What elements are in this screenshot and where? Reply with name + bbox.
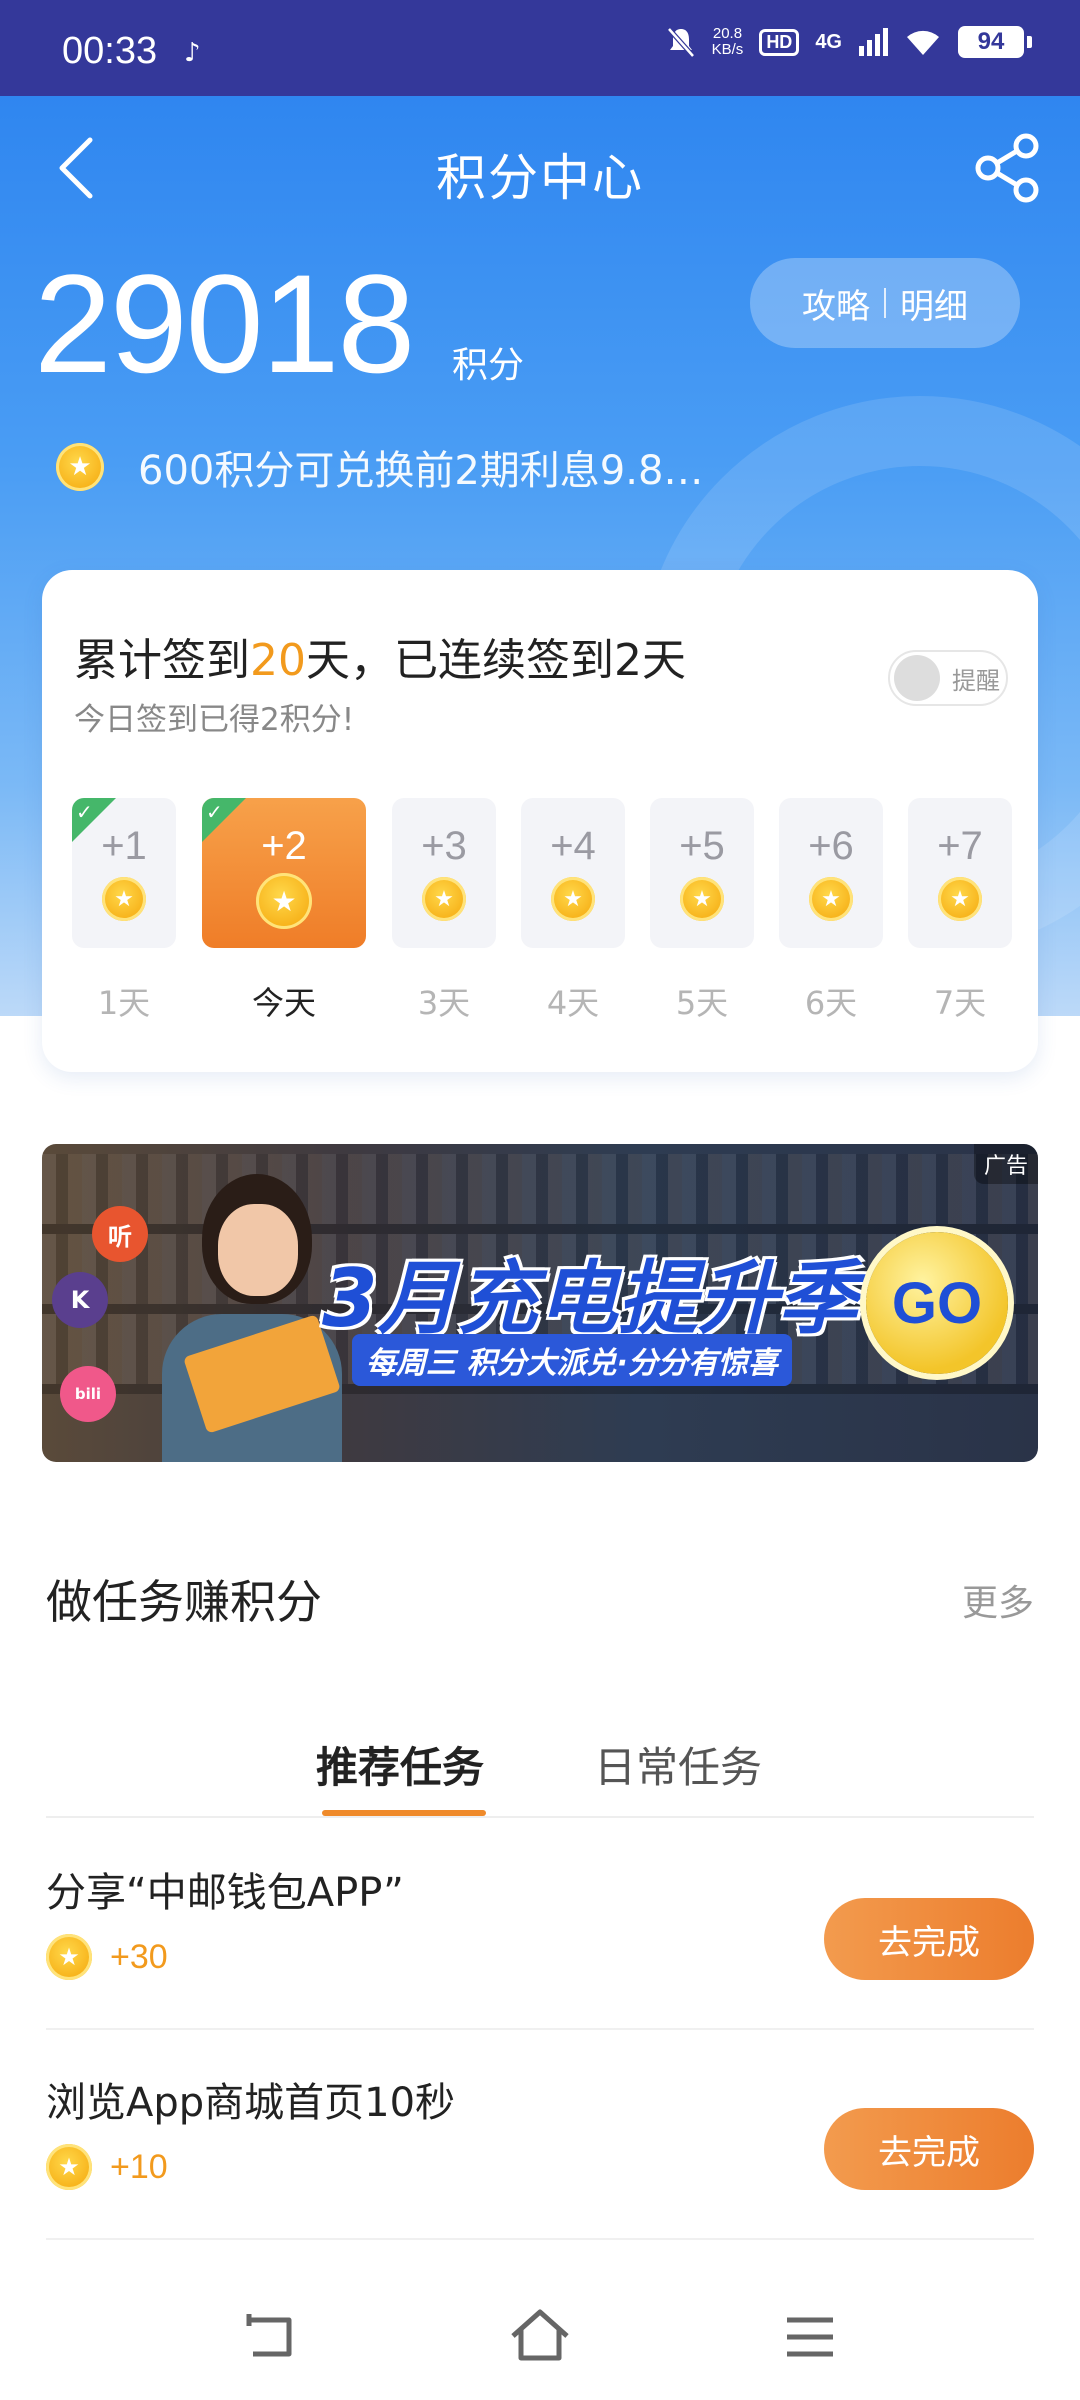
music-note-icon: ♪ — [184, 38, 201, 68]
separator — [884, 288, 886, 318]
sign-in-card: 累计签到20天，已连续签到2天 今日签到已得2积分! 提醒 ✓ +1 ★ 1天 … — [42, 570, 1038, 1072]
sign-day-1[interactable]: ✓ +1 ★ 1天 — [72, 798, 176, 1024]
sign-in-subtitle: 今日签到已得2积分! — [74, 702, 355, 738]
network-speed: 20.8 KB/s — [711, 25, 744, 58]
ad-bili-icon: bili — [60, 1366, 116, 1422]
task-reward: ★ +10 — [46, 2144, 168, 2190]
sign-day-5[interactable]: +5 ★ 5天 — [650, 798, 754, 1024]
tab-underline — [322, 1810, 486, 1816]
status-time: 00:33 — [62, 30, 158, 72]
task-name: 分享“中邮钱包APP” — [46, 1870, 404, 1916]
remind-toggle[interactable]: 提醒 — [888, 650, 1008, 706]
wifi-icon — [907, 30, 939, 55]
coin-icon: ★ — [938, 877, 982, 921]
home-nav-icon[interactable] — [505, 2302, 575, 2372]
ad-title: 3月充电提升季 — [322, 1252, 858, 1345]
notice-text: 600积分可兑换前2期利息9.8… — [138, 448, 704, 494]
more-link[interactable]: 更多 — [962, 1574, 1034, 1626]
task-tabs: 推荐任务 日常任务 — [46, 1720, 1034, 1818]
section-title: 做任务赚积分 — [46, 1575, 322, 1629]
coin-icon: ★ — [680, 877, 724, 921]
ad-listen-icon: 听 — [92, 1206, 148, 1262]
sign-day-6[interactable]: +6 ★ 6天 — [779, 798, 883, 1024]
points-unit: 积分 — [452, 345, 525, 386]
ad-banner[interactable]: 听 K bili 3月充电提升季 每周三 积分大派兑·分分有惊喜 GO 广告 — [42, 1144, 1038, 1462]
system-nav-bar — [0, 2272, 1080, 2400]
detail-link[interactable]: 明细 — [900, 279, 968, 328]
guide-detail-button[interactable]: 攻略 明细 — [750, 258, 1020, 348]
coin-icon: ★ — [422, 877, 466, 921]
ad-go-button[interactable]: GO — [866, 1232, 1008, 1374]
share-icon[interactable] — [972, 132, 1044, 204]
network-type: 4G — [815, 30, 842, 53]
coin-icon: ★ — [809, 877, 853, 921]
coin-icon: ★ — [102, 877, 146, 921]
task-name: 浏览App商城首页10秒 — [46, 2080, 456, 2126]
status-bar: 00:33 ♪ 20.8 KB/s HD 4G 94 — [0, 0, 1080, 96]
coin-icon: ★ — [256, 873, 312, 929]
check-icon: ✓ — [76, 800, 93, 824]
signal-icon — [859, 28, 888, 56]
check-icon: ✓ — [206, 800, 223, 824]
coin-icon: ★ — [551, 877, 595, 921]
page-title: 积分中心 — [436, 149, 644, 207]
sign-in-days: ✓ +1 ★ 1天 ✓ +2 ★ 今天 +3 ★ 3天 +4 ★ 4天 +5 ★… — [72, 798, 1022, 1022]
hd-badge: HD — [759, 28, 800, 56]
back-nav-icon[interactable] — [235, 2302, 305, 2372]
ad-k-icon: K — [52, 1272, 108, 1328]
sign-day-3[interactable]: +3 ★ 3天 — [392, 798, 496, 1024]
sign-day-today[interactable]: ✓ +2 ★ 今天 — [202, 798, 366, 1024]
guide-link[interactable]: 攻略 — [802, 279, 870, 328]
sign-day-7[interactable]: +7 ★ 7天 — [908, 798, 1012, 1024]
toggle-knob — [894, 655, 940, 701]
nav-bar: 积分中心 — [0, 96, 1080, 240]
coin-icon: ★ — [56, 443, 104, 491]
complete-task-button[interactable]: 去完成 — [824, 1898, 1034, 1980]
sign-day-4[interactable]: +4 ★ 4天 — [521, 798, 625, 1024]
ad-tag: 广告 — [973, 1144, 1038, 1184]
task-item: 浏览App商城首页10秒 ★ +10 去完成 — [46, 2030, 1034, 2240]
complete-task-button[interactable]: 去完成 — [824, 2108, 1034, 2190]
tab-recommended[interactable]: 推荐任务 — [316, 1734, 484, 1795]
total-days: 20 — [250, 635, 306, 686]
coin-icon: ★ — [46, 2144, 92, 2190]
task-item: 分享“中邮钱包APP” ★ +30 去完成 — [46, 1820, 1034, 2030]
silent-bell-icon — [666, 27, 695, 58]
sign-in-title: 累计签到20天，已连续签到2天 — [74, 635, 686, 686]
points-balance: 29018 — [34, 245, 415, 402]
menu-nav-icon[interactable] — [775, 2302, 845, 2372]
remind-label: 提醒 — [952, 666, 1000, 695]
task-reward: ★ +30 — [46, 1934, 168, 1980]
points-notice[interactable]: ★ 600积分可兑换前2期利息9.8… — [56, 438, 703, 496]
battery-indicator: 94 — [958, 26, 1032, 58]
tab-daily[interactable]: 日常任务 — [594, 1734, 762, 1795]
status-indicators: 20.8 KB/s HD 4G 94 — [666, 25, 1032, 58]
coin-icon: ★ — [46, 1934, 92, 1980]
ad-subtitle: 每周三 积分大派兑·分分有惊喜 — [352, 1334, 792, 1386]
